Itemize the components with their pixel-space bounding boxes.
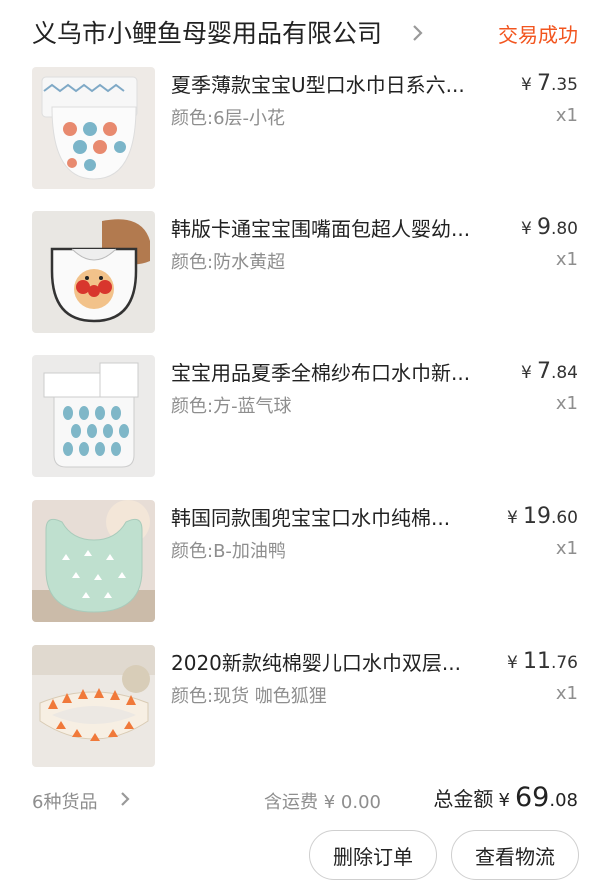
order-header: 义乌市小鲤鱼母婴用品有限公司 交易成功: [0, 0, 610, 64]
freight-note: 含运费 ¥ 0.00: [264, 792, 381, 813]
item-price: ¥ 9.80: [521, 215, 578, 240]
shop-name-link[interactable]: 义乌市小鲤鱼母婴用品有限公司: [32, 14, 382, 50]
delete-order-button[interactable]: 删除订单: [309, 830, 437, 880]
order-item[interactable]: 韩国同款围兜宝宝口水巾纯棉... 颜色:B-加油鸭 ¥ 19.60 x1: [0, 500, 610, 624]
item-title[interactable]: 夏季薄款宝宝U型口水巾日系六...: [171, 69, 496, 98]
item-price: ¥ 11.76: [507, 649, 578, 674]
item-kinds-link[interactable]: 6种货品: [32, 788, 97, 814]
item-variant: 颜色:方-蓝气球: [171, 396, 292, 417]
item-quantity: x1: [555, 393, 578, 414]
item-variant: 颜色:B-加油鸭: [171, 541, 286, 562]
item-variant: 颜色:现货 咖色狐狸: [171, 686, 327, 707]
order-total: 总金额 ¥ 69.08: [433, 782, 578, 813]
duck-bib-image[interactable]: [32, 500, 155, 622]
item-title[interactable]: 韩国同款围兜宝宝口水巾纯棉...: [171, 502, 496, 531]
flower-bib-image[interactable]: [32, 67, 155, 189]
item-variant: 颜色:防水黄超: [171, 252, 286, 273]
item-quantity: x1: [555, 249, 578, 270]
order-summary: 6种货品 含运费 ¥ 0.00 总金额 ¥ 69.08: [0, 780, 610, 820]
total-label: 总金额: [433, 787, 494, 811]
item-price: ¥ 19.60: [507, 504, 578, 529]
item-title[interactable]: 宝宝用品夏季全棉纱布口水巾新...: [171, 357, 496, 386]
item-quantity: x1: [555, 538, 578, 559]
chevron-right-icon[interactable]: [412, 24, 424, 42]
chevron-right-icon[interactable]: [120, 791, 131, 807]
order-item[interactable]: 夏季薄款宝宝U型口水巾日系六... 颜色:6层-小花 ¥ 7.35 x1: [0, 67, 610, 191]
item-title[interactable]: 2020新款纯棉婴儿口水巾双层...: [171, 647, 496, 676]
order-item[interactable]: 韩版卡通宝宝围嘴面包超人婴幼... 颜色:防水黄超 ¥ 9.80 x1: [0, 211, 610, 335]
item-variant: 颜色:6层-小花: [171, 108, 286, 129]
order-status: 交易成功: [498, 23, 578, 47]
order-item[interactable]: 2020新款纯棉婴儿口水巾双层... 颜色:现货 咖色狐狸 ¥ 11.76 x1: [0, 645, 610, 769]
item-quantity: x1: [555, 105, 578, 126]
item-price: ¥ 7.84: [521, 359, 578, 384]
anpanman-bib-image[interactable]: [32, 211, 155, 333]
item-title[interactable]: 韩版卡通宝宝围嘴面包超人婴幼...: [171, 213, 496, 242]
item-quantity: x1: [555, 683, 578, 704]
view-logistics-button[interactable]: 查看物流: [451, 830, 579, 880]
fox-bib-image[interactable]: [32, 645, 155, 767]
order-item[interactable]: 宝宝用品夏季全棉纱布口水巾新... 颜色:方-蓝气球 ¥ 7.84 x1: [0, 355, 610, 479]
balloon-bib-image[interactable]: [32, 355, 155, 477]
item-price: ¥ 7.35: [521, 71, 578, 96]
